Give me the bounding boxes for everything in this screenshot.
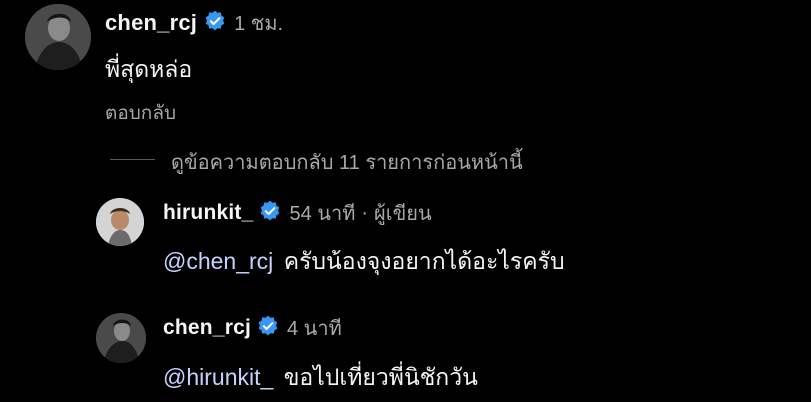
comment-header: chen_rcj 1 ชม. (105, 8, 283, 38)
view-previous-replies-button[interactable]: ดูข้อความตอบกลับ 11 รายการก่อนหน้านี้ (171, 146, 523, 178)
reply-button[interactable]: ตอบกลับ (105, 98, 176, 128)
comment-text: พี่สุดหล่อ (105, 56, 193, 82)
reply-header: chen_rcj 4 นาที (163, 313, 342, 343)
reply-text: @hirunkit_ ขอไปเที่ยวพี่นิชักวัน (163, 360, 478, 396)
reply-header: hirunkit_ 54 นาที · ผู้เขียน (163, 198, 432, 228)
reply-username[interactable]: hirunkit_ (163, 201, 253, 225)
profile-photo-icon (96, 198, 144, 246)
verified-badge-icon (205, 10, 225, 36)
reply-time: 4 นาที (286, 318, 342, 340)
reply-body: ขอไปเที่ยวพี่นิชักวัน (283, 364, 478, 390)
verified-badge-icon (260, 200, 280, 226)
reply-body: ครับน้องจุงอยากได้อะไรครับ (283, 248, 565, 274)
reply-text: @chen_rcj ครับน้องจุงอยากได้อะไรครับ (163, 244, 565, 280)
avatar-chen-rcj-reply[interactable] (96, 313, 146, 363)
mention-link[interactable]: @hirunkit_ (163, 364, 273, 390)
view-replies-divider (110, 159, 155, 160)
reply-time: 54 นาที (289, 203, 356, 225)
verified-badge-icon (258, 315, 278, 341)
reply-username[interactable]: chen_rcj (163, 316, 251, 340)
comment-time: 1 ชม. (234, 13, 284, 35)
profile-photo-icon (25, 4, 91, 70)
mention-link[interactable]: @chen_rcj (163, 248, 273, 274)
profile-photo-icon (96, 313, 146, 363)
meta-separator: · (361, 201, 369, 224)
comment-username[interactable]: chen_rcj (105, 10, 197, 36)
avatar-chen-rcj[interactable] (25, 4, 91, 70)
avatar-hirunkit[interactable] (96, 198, 144, 246)
author-label: ผู้เขียน (374, 203, 432, 225)
